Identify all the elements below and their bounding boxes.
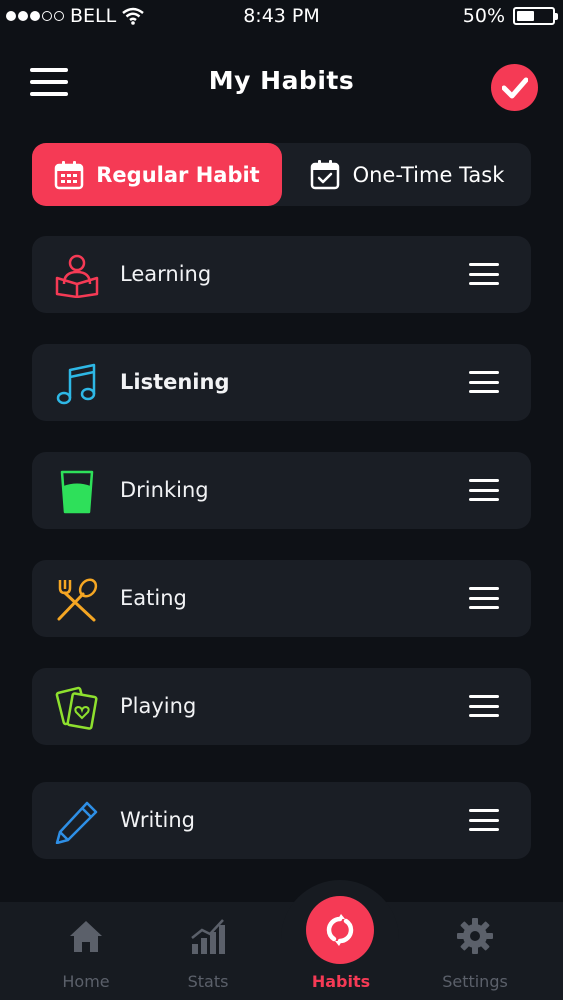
drag-handle[interactable] — [469, 479, 499, 501]
glass-icon — [60, 470, 94, 514]
home-icon — [70, 921, 102, 952]
bar-chart-icon — [191, 919, 225, 954]
habit-label: Writing — [120, 808, 195, 832]
tab-one-time-task[interactable]: One-Time Task — [282, 143, 531, 206]
nav-habits-button[interactable] — [306, 896, 374, 964]
drag-handle[interactable] — [469, 695, 499, 717]
tab-regular-habit-label: Regular Habit — [96, 162, 260, 187]
drag-handle[interactable] — [469, 809, 499, 831]
nav-settings[interactable]: Settings — [425, 916, 525, 991]
habit-item-listening[interactable]: Listening — [32, 344, 531, 421]
habit-item-eating[interactable]: Eating — [32, 560, 531, 637]
checkmark-icon — [501, 77, 528, 98]
habit-label: Drinking — [120, 478, 209, 502]
status-bar: BELL 8:43 PM 50% — [0, 0, 563, 34]
habit-label: Learning — [120, 262, 212, 286]
habit-label: Listening — [120, 370, 230, 394]
battery-icon — [513, 7, 558, 25]
gear-icon — [457, 918, 493, 954]
habit-item-learning[interactable]: Learning — [32, 236, 531, 313]
nav-stats-label: Stats — [187, 972, 229, 991]
drag-handle[interactable] — [469, 263, 499, 285]
nav-settings-label: Settings — [442, 972, 508, 991]
nav-habits-label: Habits — [311, 972, 371, 991]
battery-percent: 50% — [462, 5, 505, 27]
drag-handle[interactable] — [469, 587, 499, 609]
reading-person-icon — [55, 254, 99, 298]
habit-type-tabs: Regular Habit One-Time Task — [32, 143, 531, 206]
habit-item-writing[interactable]: Writing — [32, 782, 531, 859]
tab-one-time-task-label: One-Time Task — [352, 162, 505, 187]
nav-home[interactable]: Home — [36, 916, 136, 991]
battery-fill — [517, 11, 534, 21]
fork-spoon-icon — [57, 578, 98, 622]
status-right: 50% — [462, 5, 558, 27]
music-note-icon — [56, 363, 96, 405]
nav-stats[interactable]: Stats — [158, 916, 258, 991]
nav-home-label: Home — [62, 972, 110, 991]
habits-sync-icon — [326, 914, 354, 946]
cards-icon — [55, 686, 98, 730]
habit-label: Playing — [120, 694, 197, 718]
habit-item-playing[interactable]: Playing — [32, 668, 531, 745]
tab-regular-habit[interactable]: Regular Habit — [32, 143, 282, 206]
drag-handle[interactable] — [469, 371, 499, 393]
calendar-grid-icon — [55, 160, 84, 189]
page-title: My Habits — [208, 66, 355, 95]
habit-item-drinking[interactable]: Drinking — [32, 452, 531, 529]
calendar-check-icon — [310, 159, 339, 189]
done-button[interactable] — [491, 64, 538, 111]
pen-icon — [55, 801, 98, 844]
habit-label: Eating — [120, 586, 187, 610]
